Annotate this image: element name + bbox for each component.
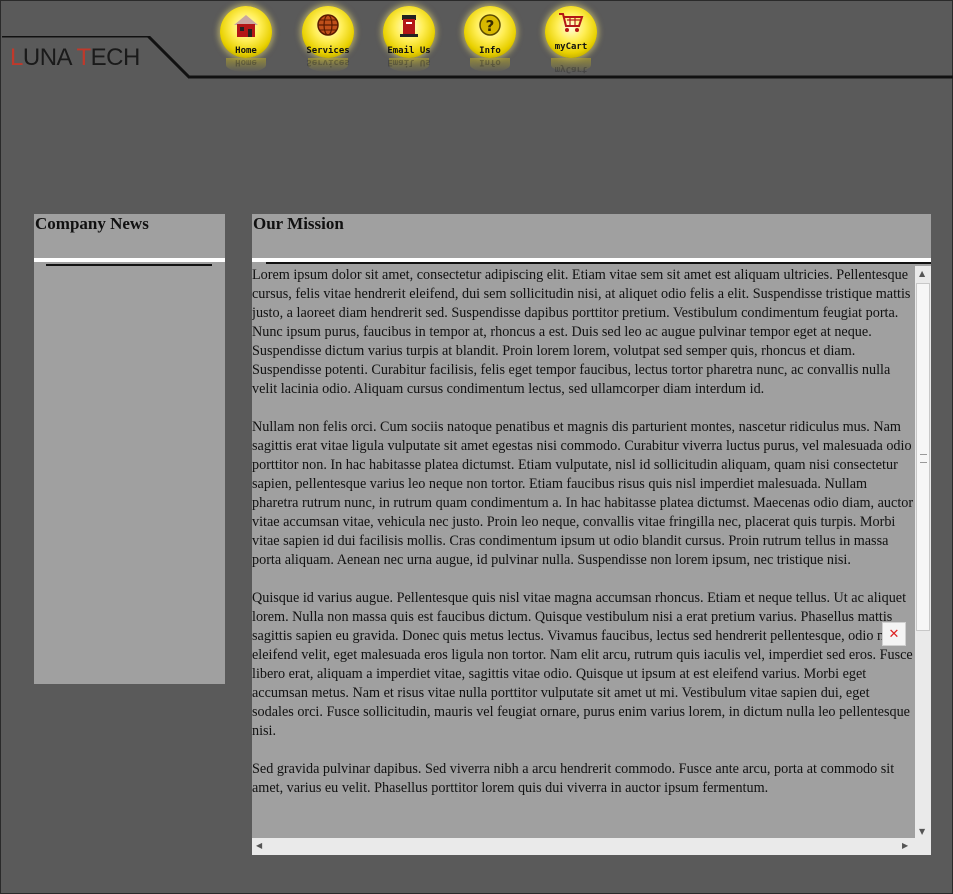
mission-paragraph: Sed gravida pulvinar dapibus. Sed viverr…	[252, 761, 895, 796]
logo[interactable]: LUNA TECH	[10, 44, 140, 72]
our-mission-title: Our Mission	[253, 214, 344, 233]
svg-text:?: ?	[486, 17, 495, 35]
nav-label: myCart	[554, 42, 588, 52]
nav-label: Home	[235, 46, 257, 56]
nav-label-reflection: Services	[306, 57, 350, 67]
nav-label-reflection: Email Us	[387, 57, 431, 67]
question-icon: ?	[479, 14, 501, 36]
mission-scroll-area[interactable]: Lorem ipsum dolor sit amet, consectetur …	[252, 266, 914, 841]
cart-icon	[559, 13, 584, 32]
nav-home-button[interactable]: Home Home	[218, 4, 274, 74]
scrollbar-corner	[915, 838, 931, 855]
house-icon	[234, 15, 258, 37]
nav-services-button[interactable]: Services Services	[300, 4, 356, 74]
logo-text-una: UNA	[22, 44, 77, 71]
nav-info-button[interactable]: ? Info Info	[462, 4, 518, 74]
nav-label-reflection: Home	[235, 57, 257, 67]
logo-text-ech: ECH	[90, 44, 141, 71]
nav-label-reflection: Info	[479, 57, 501, 67]
broken-image-icon: ✕	[882, 622, 906, 646]
mission-paragraph: Nullam non felis orci. Cum sociis natoqu…	[252, 419, 914, 568]
nav-email-button[interactable]: Email Us Email Us	[381, 4, 437, 74]
scroll-right-arrow-icon[interactable]: ▶	[902, 841, 908, 850]
nav-label: Info	[479, 46, 501, 56]
vertical-scrollbar[interactable]: ▲ ▼	[915, 266, 931, 841]
company-news-panel: Company News	[34, 214, 225, 684]
logo-letter-l: L	[10, 44, 23, 71]
mission-paragraph: Quisque id varius augue. Pellentesque qu…	[252, 590, 913, 739]
nav-label: Services	[306, 46, 350, 56]
scroll-up-arrow-icon[interactable]: ▲	[919, 269, 925, 278]
company-news-title: Company News	[35, 214, 149, 233]
horizontal-scrollbar[interactable]: ◀ ▶	[252, 838, 915, 855]
our-mission-panel: Our Mission Lorem ipsum dolor sit amet, …	[252, 214, 931, 855]
mission-text: Lorem ipsum dolor sit amet, consectetur …	[252, 266, 914, 798]
nav-cart-button[interactable]: myCart myCart	[543, 4, 599, 74]
scroll-down-arrow-icon[interactable]: ▼	[919, 827, 925, 836]
main-nav: Home Home Services Services Email Us Ema…	[218, 4, 618, 76]
scrollbar-thumb[interactable]	[916, 283, 930, 631]
divider	[46, 264, 212, 266]
nav-label-reflection: myCart	[554, 64, 588, 74]
divider	[266, 262, 931, 264]
nav-label: Email Us	[387, 46, 431, 56]
globe-icon	[317, 14, 339, 36]
scroll-left-arrow-icon[interactable]: ◀	[256, 841, 262, 850]
grip-icon	[920, 454, 927, 463]
logo-letter-t: T	[76, 44, 91, 71]
mailbox-icon	[400, 15, 418, 37]
divider	[34, 258, 225, 262]
mission-paragraph: Lorem ipsum dolor sit amet, consectetur …	[252, 267, 911, 397]
